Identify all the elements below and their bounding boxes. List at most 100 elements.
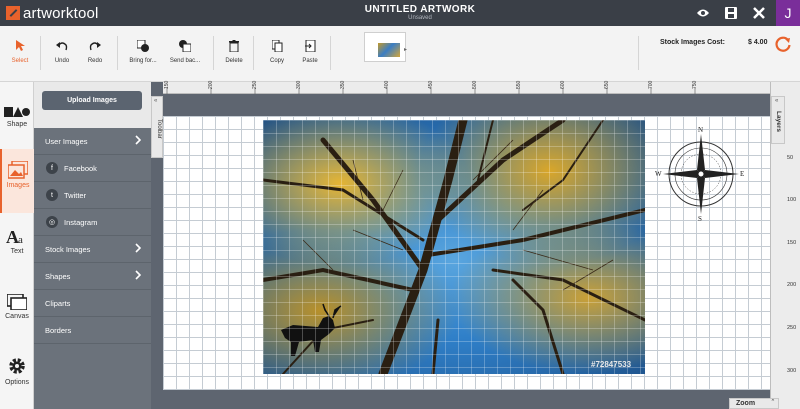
canvas-icon	[7, 294, 27, 310]
tree-branches-illustration	[263, 120, 645, 374]
ruler-tick-label: 400	[384, 80, 390, 89]
delete-label: Delete	[225, 58, 243, 64]
ruler-tick-label: 300	[787, 368, 797, 374]
panel-item-label: Cliparts	[45, 298, 71, 308]
toolbar-divider	[253, 36, 254, 70]
artboard[interactable]: #72847533 N E S W	[163, 116, 770, 390]
toolbar-divider	[117, 36, 118, 70]
select-label: Select	[11, 58, 29, 64]
rail-label: Shape	[6, 121, 28, 128]
panel-item-user-images[interactable]: User Images	[34, 128, 151, 155]
thumbnail-image	[378, 43, 400, 57]
ruler-tick-label: 750	[692, 80, 698, 89]
panel-item-stock-images[interactable]: Stock Images	[34, 236, 151, 263]
select-tool[interactable]: Select	[0, 36, 40, 64]
user-avatar[interactable]: J	[776, 0, 800, 26]
compass-n-label: N	[698, 126, 704, 134]
send-back-icon	[179, 40, 191, 52]
ruler-tick-label: 650	[604, 80, 610, 89]
save-button[interactable]	[722, 4, 740, 22]
redo-button[interactable]: Redo	[75, 36, 115, 64]
toolbar-divider	[638, 36, 639, 70]
panel-item-label: Twitter	[64, 190, 87, 200]
rail-item-canvas[interactable]: Canvas	[0, 280, 34, 344]
ruler-tick-label: 700	[648, 80, 654, 89]
refresh-icon	[775, 36, 791, 52]
ruler-tick-label: 500	[472, 80, 478, 89]
text-icon: Aa	[6, 227, 23, 245]
copy-icon	[271, 40, 282, 52]
stock-images-cost-label: Stock Images Cost:	[660, 39, 725, 46]
layers-tab-label: Layers	[775, 111, 782, 132]
paste-icon	[304, 40, 315, 52]
stock-images-cost-value: $ 4.00	[748, 39, 768, 46]
placed-stock-photo[interactable]	[263, 120, 645, 374]
logo-text: artworktool	[23, 4, 99, 22]
panel-item-label: Stock Images	[45, 244, 91, 254]
double-chevron-up-icon: ˆ	[771, 400, 774, 407]
rail-item-shape[interactable]: Shape	[0, 88, 34, 152]
rail-label: Canvas	[5, 313, 29, 320]
panel-item-borders[interactable]: Borders	[34, 317, 151, 344]
refresh-cost-button[interactable]	[774, 35, 792, 53]
zoom-control[interactable]: Zoom ˆ	[729, 398, 779, 409]
bring-forward-icon	[137, 40, 149, 52]
delete-button[interactable]: Delete	[214, 36, 254, 64]
stock-photo-watermark: #72847533	[591, 360, 632, 369]
zoom-label: Zoom	[736, 400, 756, 407]
svg-text:a: a	[18, 234, 23, 245]
redo-label: Redo	[87, 58, 103, 64]
ruler-tick-label: 150	[164, 80, 170, 89]
rail-item-options[interactable]: Options	[0, 346, 34, 409]
thumbnail-caret-icon[interactable]: ▸	[404, 46, 407, 53]
toolbar-divider	[40, 36, 41, 70]
paste-button[interactable]: Paste	[290, 36, 330, 64]
panel-item-cliparts[interactable]: Cliparts	[34, 290, 151, 317]
toolbar-divider	[330, 36, 331, 70]
logo-mark-icon	[6, 6, 20, 20]
ruler-tick-label: 350	[340, 80, 346, 89]
ruler-tick-label: 200	[787, 282, 797, 288]
panel-item-shapes[interactable]: Shapes	[34, 263, 151, 290]
layers-panel-tab[interactable]: « Layers	[771, 96, 785, 144]
facebook-icon: f	[46, 162, 58, 174]
gear-icon	[9, 358, 25, 374]
compass-e-label: E	[740, 170, 745, 178]
images-icon	[8, 161, 28, 179]
ruler-tick-label: 250	[787, 325, 797, 331]
close-button[interactable]	[750, 4, 768, 22]
preview-button[interactable]	[694, 4, 712, 22]
panel-item-instagram[interactable]: ◎ Instagram	[34, 209, 151, 236]
design-stage: #72847533 N E S W	[163, 94, 770, 409]
panel-item-label: Instagram	[64, 217, 98, 227]
twitter-icon: t	[46, 189, 58, 201]
top-bar: artworktool UNTITLED ARTWORK Unsaved J	[0, 0, 800, 26]
send-back-button[interactable]: Send bac...	[165, 36, 205, 64]
paste-label: Paste	[302, 58, 318, 64]
ruler-tick-label: 250	[252, 80, 258, 89]
page-thumbnail[interactable]	[364, 32, 406, 62]
save-status: Unsaved	[408, 15, 432, 21]
redo-icon	[89, 42, 101, 51]
ruler-tick-label: 50	[787, 155, 794, 161]
send-back-label: Send bac...	[169, 58, 201, 64]
toolbar-toggle-tab[interactable]: « Toolbar	[151, 96, 163, 158]
bring-forward-button[interactable]: Bring for...	[123, 36, 163, 64]
ruler-tick-label: 150	[787, 240, 797, 246]
ruler-tick-label: 600	[560, 80, 566, 89]
ruler-top: 150 200 250 300 350 400 450 500 550 600 …	[163, 80, 770, 94]
panel-item-twitter[interactable]: t Twitter	[34, 182, 151, 209]
compass-clipart[interactable]: N E S W	[655, 124, 748, 224]
upload-images-button[interactable]: Upload Images	[42, 91, 142, 110]
rail-label: Text	[10, 248, 24, 255]
ruler-tick-label: 200	[208, 80, 214, 89]
rail-label: Images	[6, 182, 30, 189]
instagram-icon: ◎	[46, 216, 58, 228]
logo[interactable]: artworktool	[6, 4, 99, 22]
rail-item-images[interactable]: Images	[0, 149, 34, 213]
ruler-tick-label: 550	[516, 80, 522, 89]
panel-item-facebook[interactable]: f Facebook	[34, 155, 151, 182]
floppy-disk-icon	[725, 7, 737, 19]
rail-item-text[interactable]: Aa Text	[0, 215, 34, 279]
app-window: artworktool UNTITLED ARTWORK Unsaved J S…	[0, 0, 800, 409]
